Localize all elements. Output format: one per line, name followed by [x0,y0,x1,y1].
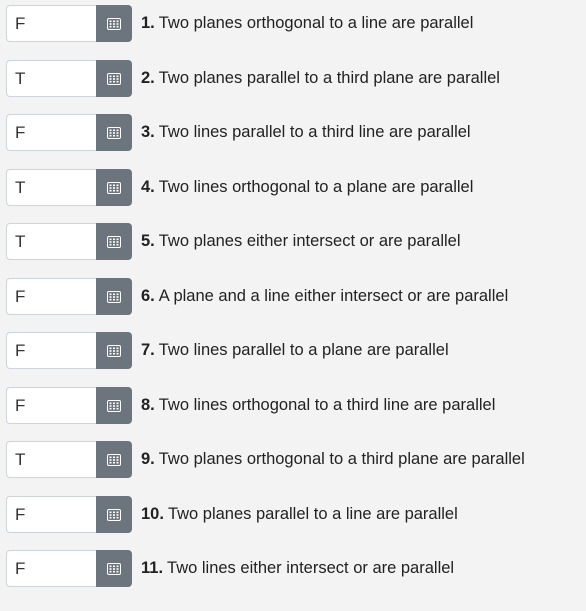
question-text: Two lines parallel to a third line are p… [158,123,471,141]
calculator-grid-icon [107,126,121,139]
answer-input-group [6,114,132,151]
calculator-button[interactable] [96,169,132,206]
answer-input[interactable] [6,332,96,369]
answer-input-group [6,5,132,42]
answer-input[interactable] [6,496,96,533]
question-number: 1. [141,14,155,32]
question-text: Two lines parallel to a plane are parall… [158,341,449,359]
calculator-grid-icon [107,562,121,575]
question-number: 9. [141,450,155,468]
question-text: Two lines orthogonal to a third line are… [158,396,496,414]
question-number: 8. [141,396,155,414]
question-row: 3.Two lines parallel to a third line are… [6,114,471,151]
answer-input[interactable] [6,114,96,151]
answer-input[interactable] [6,550,96,587]
question-statement: 7. Two lines parallel to a plane are para… [141,341,449,360]
calculator-button[interactable] [96,550,132,587]
question-row: 9.Two planes orthogonal to a third plane… [6,441,525,478]
question-number: 2. [141,69,155,87]
question-statement: 6. A plane and a line either intersect or… [141,287,508,306]
answer-input[interactable] [6,387,96,424]
calculator-button[interactable] [96,223,132,260]
calculator-grid-icon [107,344,121,357]
question-row: 5.Two planes either intersect or are par… [6,223,461,260]
question-row: 4.Two lines orthogonal to a plane are pa… [6,169,473,206]
question-number: 3. [141,123,155,141]
question-statement: 9. Two planes orthogonal to a third plane… [141,450,525,469]
question-text: Two planes orthogonal to a third plane a… [158,450,525,468]
question-number: 7. [141,341,155,359]
answer-input-group [6,278,132,315]
question-row: 2.Two planes parallel to a third plane a… [6,60,500,97]
question-text: Two lines either intersect or are parall… [167,559,455,577]
calculator-grid-icon [107,290,121,303]
question-number: 5. [141,232,155,250]
answer-input-group [6,496,132,533]
question-statement: 8. Two lines orthogonal to a third line a… [141,396,495,415]
answer-input-group [6,550,132,587]
question-number: 6. [141,287,155,305]
answer-input[interactable] [6,278,96,315]
calculator-grid-icon [107,17,121,30]
question-number: 11. [141,559,164,577]
question-text: Two planes either intersect or are paral… [158,232,461,250]
calculator-grid-icon [107,181,121,194]
question-row: 10.Two planes parallel to a line are par… [6,496,458,533]
calculator-grid-icon [107,508,121,521]
question-statement: 11. Two lines either intersect or are par… [141,559,454,578]
question-statement: 5. Two planes either intersect or are par… [141,232,461,251]
answer-input-group [6,169,132,206]
question-row: 1.Two planes orthogonal to a line are pa… [6,5,473,42]
calculator-grid-icon [107,399,121,412]
question-row: 7.Two lines parallel to a plane are para… [6,332,449,369]
calculator-button[interactable] [96,332,132,369]
calculator-grid-icon [107,453,121,466]
calculator-button[interactable] [96,441,132,478]
question-row: 11.Two lines either intersect or are par… [6,550,454,587]
question-statement: 4. Two lines orthogonal to a plane are pa… [141,178,473,197]
question-text: A plane and a line either intersect or a… [158,287,509,305]
calculator-grid-icon [107,72,121,85]
calculator-button[interactable] [96,60,132,97]
answer-input-group [6,223,132,260]
question-statement: 2. Two planes parallel to a third plane a… [141,69,500,88]
calculator-button[interactable] [96,387,132,424]
calculator-button[interactable] [96,496,132,533]
question-statement: 3. Two lines parallel to a third line are… [141,123,471,142]
question-number: 4. [141,178,155,196]
question-row: 8.Two lines orthogonal to a third line a… [6,387,495,424]
question-row: 6.A plane and a line either intersect or… [6,278,508,315]
question-text: Two planes orthogonal to a line are para… [158,14,474,32]
answer-input-group [6,332,132,369]
answer-input[interactable] [6,60,96,97]
answer-input-group [6,60,132,97]
answer-input[interactable] [6,169,96,206]
calculator-button[interactable] [96,114,132,151]
question-list: 1.Two planes orthogonal to a line are pa… [0,0,586,611]
calculator-button[interactable] [96,278,132,315]
calculator-grid-icon [107,235,121,248]
question-text: Two planes parallel to a line are parall… [167,505,458,523]
question-statement: 1. Two planes orthogonal to a line are pa… [141,14,473,33]
calculator-button[interactable] [96,5,132,42]
answer-input[interactable] [6,223,96,260]
question-text: Two lines orthogonal to a plane are para… [158,178,474,196]
answer-input-group [6,387,132,424]
question-text: Two planes parallel to a third plane are… [158,69,500,87]
question-number: 10. [141,505,164,523]
question-statement: 10. Two planes parallel to a line are par… [141,505,458,524]
answer-input-group [6,441,132,478]
answer-input[interactable] [6,5,96,42]
answer-input[interactable] [6,441,96,478]
